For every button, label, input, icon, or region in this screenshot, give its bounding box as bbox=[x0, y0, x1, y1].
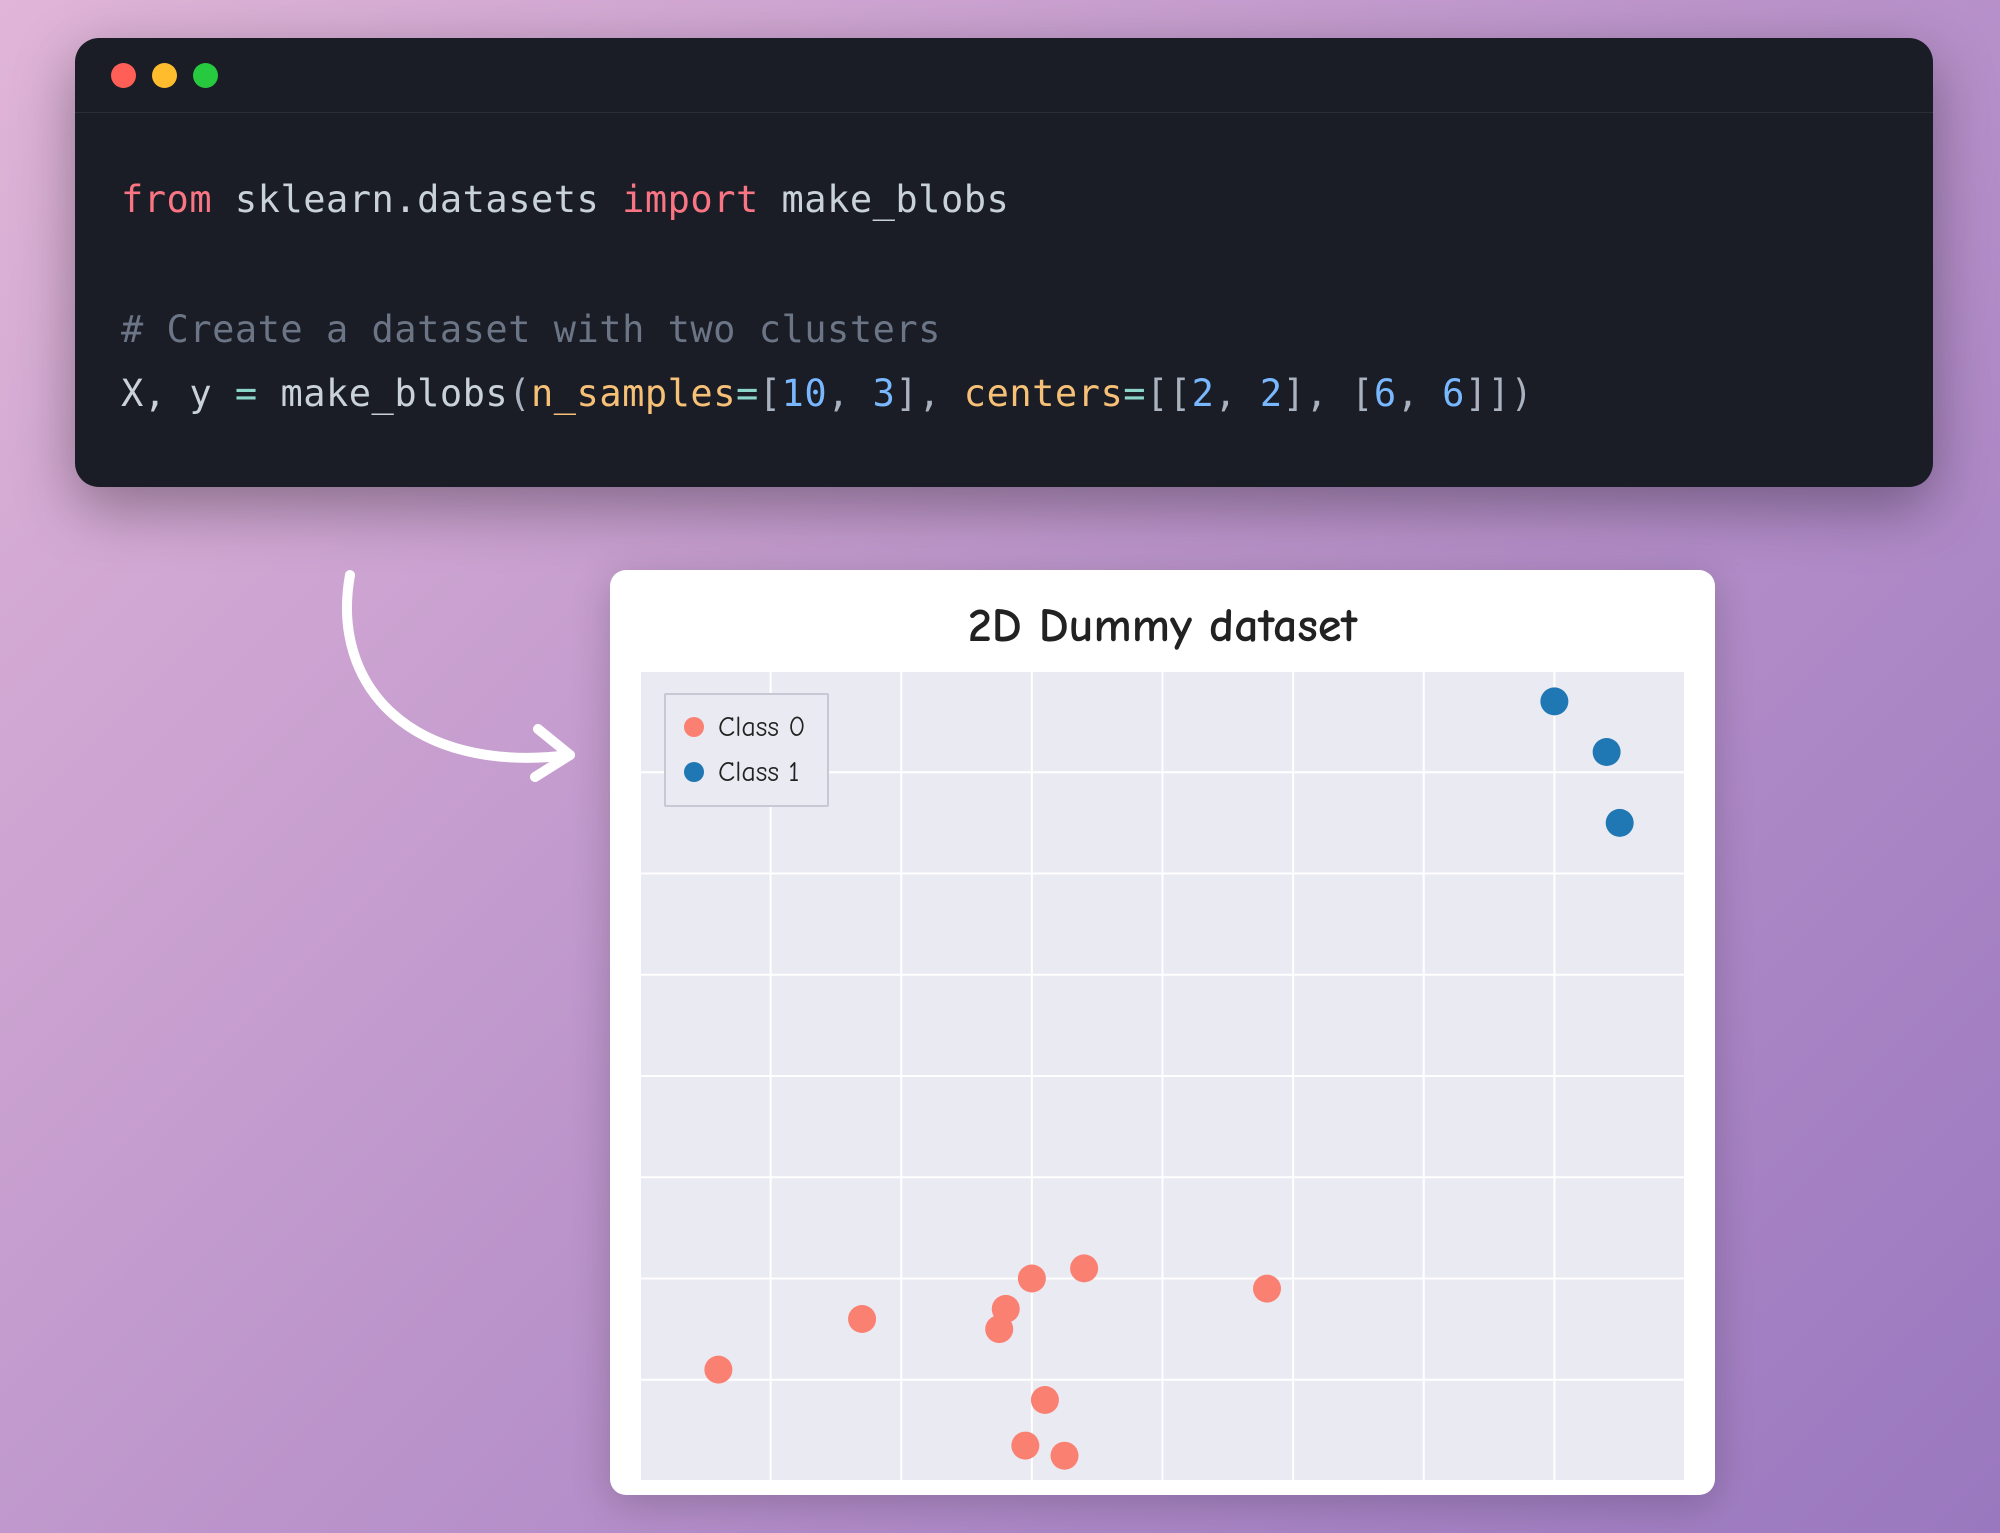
assign-lhs: X, y bbox=[121, 372, 212, 415]
import-name: make_blobs bbox=[782, 178, 1010, 221]
keyword-import: import bbox=[622, 178, 759, 221]
code-window: from sklearn.datasets import make_blobs … bbox=[75, 38, 1933, 487]
keyword-from: from bbox=[121, 178, 212, 221]
arrow-icon bbox=[320, 565, 620, 825]
legend-item-class0: Class 0 bbox=[684, 705, 805, 750]
swatch-class0-icon bbox=[684, 717, 704, 737]
code-comment: # Create a dataset with two clusters bbox=[121, 308, 941, 351]
module-name: sklearn.datasets bbox=[235, 178, 599, 221]
assign-op: = bbox=[235, 372, 258, 415]
legend-label-class0: Class 0 bbox=[718, 705, 805, 750]
call-fn: make_blobs bbox=[280, 372, 508, 415]
param-centers: centers bbox=[964, 372, 1123, 415]
chart-title: 2D Dummy dataset bbox=[640, 598, 1685, 653]
maximize-icon[interactable] bbox=[193, 63, 218, 88]
legend-item-class1: Class 1 bbox=[684, 750, 805, 795]
scatter-plot: Class 0 Class 1 bbox=[640, 671, 1685, 1481]
legend-label-class1: Class 1 bbox=[718, 750, 800, 795]
minimize-icon[interactable] bbox=[152, 63, 177, 88]
swatch-class1-icon bbox=[684, 762, 704, 782]
close-icon[interactable] bbox=[111, 63, 136, 88]
code-block: from sklearn.datasets import make_blobs … bbox=[75, 113, 1933, 487]
chart-card: 2D Dummy dataset Class 0 Class 1 bbox=[610, 570, 1715, 1495]
chart-legend: Class 0 Class 1 bbox=[664, 693, 829, 807]
param-nsamples: n_samples bbox=[531, 372, 736, 415]
window-titlebar bbox=[75, 38, 1933, 113]
